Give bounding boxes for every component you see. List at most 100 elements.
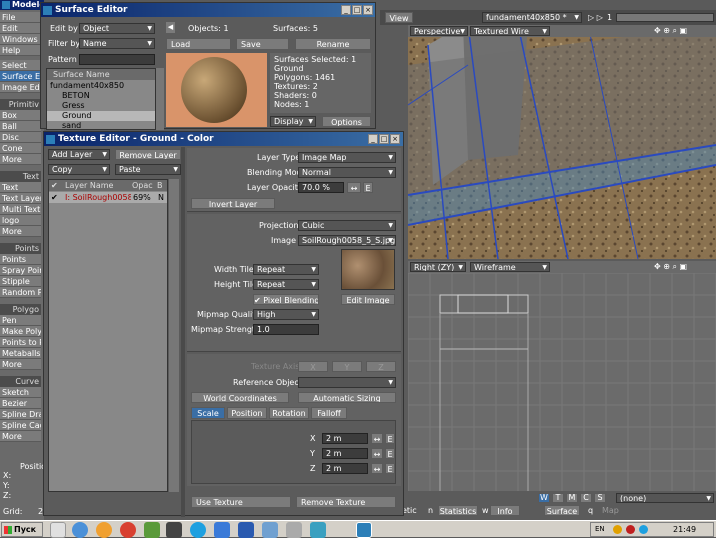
info-button[interactable]: Info	[490, 505, 520, 516]
quicklaunch-icon-11[interactable]	[286, 522, 302, 538]
toolbar-item[interactable]: Text	[0, 182, 41, 193]
statistics-button[interactable]: Statistics	[438, 505, 478, 516]
remove-layer-button[interactable]: Remove Layer	[115, 149, 181, 160]
copy-select[interactable]: Copy	[48, 164, 110, 175]
word-icon[interactable]	[238, 522, 254, 538]
tray-icon-1[interactable]	[613, 525, 622, 534]
axis-y-button[interactable]: Y	[332, 361, 362, 372]
use-texture-button[interactable]: Use Texture	[191, 496, 291, 508]
tray-icon-3[interactable]	[639, 525, 648, 534]
toolbar-item[interactable]: More	[0, 359, 41, 370]
toolbar-item[interactable]: Spray Poin	[0, 265, 41, 276]
quicklaunch-icon-12[interactable]	[310, 522, 326, 538]
toolbar-item[interactable]: Make Poly	[0, 326, 41, 337]
render-mode-select[interactable]: Textured Wire	[470, 26, 550, 36]
toolbar-item[interactable]: Image Edit	[0, 82, 41, 93]
axis-z-button[interactable]: Z	[366, 361, 396, 372]
toolbar-item[interactable]: Sketch	[0, 387, 41, 398]
toolbar-item[interactable]: Disc	[0, 132, 41, 143]
toolbar-item[interactable]: Pen	[0, 315, 41, 326]
scale-envelope-button[interactable]: E	[385, 448, 395, 459]
surface-item[interactable]: BETON	[47, 91, 155, 101]
surface-list-scrollbar[interactable]	[156, 68, 164, 130]
automatic-sizing-button[interactable]: Automatic Sizing	[298, 392, 396, 403]
opacity-envelope-button[interactable]: E	[363, 182, 373, 193]
toolbar-item[interactable]: Box	[0, 110, 41, 121]
scale-envelope-button[interactable]: E	[385, 463, 395, 474]
quicklaunch-icon-3[interactable]	[96, 522, 112, 538]
toolbar-item[interactable]: Surface Ed	[0, 71, 41, 82]
mipmap-strength-input[interactable]: 1.0	[253, 324, 319, 335]
toolbar-item[interactable]: Text Layer	[0, 193, 41, 204]
placement-tab[interactable]: Position	[227, 407, 267, 419]
collapse-arrow-icon[interactable]: ◀	[166, 22, 175, 33]
quicklaunch-icon-8[interactable]	[214, 522, 230, 538]
scale-drag-arrows-icon[interactable]: ↔	[371, 448, 383, 459]
axis-x-button[interactable]: X	[298, 361, 328, 372]
toolbar-item[interactable]: Spline Dra	[0, 409, 41, 420]
reference-object-select[interactable]	[298, 377, 396, 388]
placement-tab[interactable]: Falloff	[311, 407, 347, 419]
edit-by-select[interactable]: Object	[79, 23, 155, 34]
quicklaunch-icon-5[interactable]	[144, 522, 160, 538]
scale-drag-arrows-icon[interactable]: ↔	[371, 463, 383, 474]
minimize-icon[interactable]: _	[368, 134, 378, 144]
object-tree-node[interactable]: fundament40x850	[47, 81, 155, 91]
surface-item[interactable]: Ground	[47, 111, 155, 121]
menu-item[interactable]: Edit	[0, 23, 41, 34]
layer-scrollbar[interactable]	[169, 179, 179, 492]
object-select[interactable]: fundament40x850 *	[482, 12, 582, 23]
toolbar-item[interactable]: More	[0, 431, 41, 442]
toolbar-item[interactable]: Points	[0, 254, 41, 265]
close-icon[interactable]: ×	[390, 134, 400, 144]
toolbar-item[interactable]: Cone	[0, 143, 41, 154]
toolbar-item[interactable]: More	[0, 226, 41, 237]
opacity-envelope-arrows-icon[interactable]: ↔	[347, 182, 361, 193]
scale-input[interactable]: 2 m	[322, 448, 368, 459]
invert-layer-button[interactable]: Invert Layer	[191, 198, 275, 209]
layer-row[interactable]: ✔ I: SoilRough0058... 69% N	[49, 192, 167, 203]
skype-icon[interactable]	[190, 522, 206, 538]
perspective-viewport[interactable]: Perspective Textured Wire ✥ ⊕ ⌕ ▣	[408, 25, 716, 259]
quicklaunch-icon-6[interactable]	[166, 522, 182, 538]
blending-mode-select[interactable]: Normal	[298, 167, 396, 178]
bottom-mode-select[interactable]: Wireframe	[470, 262, 550, 272]
remove-texture-button[interactable]: Remove Texture	[296, 496, 396, 508]
layer-opacity-input[interactable]: 70.0 %	[298, 182, 344, 193]
tray-icon-2[interactable]	[626, 525, 635, 534]
maximize-icon[interactable]: □	[352, 5, 362, 15]
view-type-select[interactable]: Perspective	[410, 26, 468, 36]
selection-mode-button[interactable]: S	[594, 493, 606, 503]
pixel-blending-toggle[interactable]: ✔ Pixel Blending	[253, 294, 319, 305]
scale-input[interactable]: 2 m	[322, 433, 368, 444]
toolbar-item[interactable]: logo	[0, 215, 41, 226]
selection-mode-button[interactable]: M	[566, 493, 578, 503]
load-button[interactable]: Load	[166, 38, 231, 50]
toolbar-item[interactable]: Ball	[0, 121, 41, 132]
layer-enabled-check-icon[interactable]: ✔	[51, 192, 58, 203]
pattern-input[interactable]	[79, 54, 155, 65]
tray-language[interactable]: EN	[595, 525, 605, 533]
layer-type-select[interactable]: Image Map	[298, 152, 396, 163]
selection-mode-button[interactable]: C	[580, 493, 592, 503]
surface-item[interactable]: sand	[47, 121, 155, 129]
toolbar-item[interactable]: Select	[0, 60, 41, 71]
quicklaunch-icon-4[interactable]	[120, 522, 136, 538]
surface-button[interactable]: Surface	[544, 505, 580, 516]
right-viewport[interactable]: Right (ZY) Wireframe ✥ ⊕ ⌕ ▣	[408, 261, 716, 491]
close-icon[interactable]: ×	[363, 5, 373, 15]
selection-mode-button[interactable]: W	[538, 493, 550, 503]
bottom-nav-icons[interactable]: ✥ ⊕ ⌕ ▣	[654, 261, 687, 272]
selection-mode-button[interactable]: T	[552, 493, 564, 503]
paste-select[interactable]: Paste	[115, 164, 181, 175]
projection-select[interactable]: Cubic	[298, 220, 396, 231]
width-tile-select[interactable]: Repeat	[253, 264, 319, 275]
display-select[interactable]: Display	[270, 116, 316, 127]
placement-tab[interactable]: Scale	[191, 407, 225, 419]
toolbar-item[interactable]: Stipple	[0, 276, 41, 287]
quicklaunch-icon-2[interactable]	[72, 522, 88, 538]
toolbar-item[interactable]: Multi Text	[0, 204, 41, 215]
minimize-icon[interactable]: _	[341, 5, 351, 15]
scale-drag-arrows-icon[interactable]: ↔	[371, 433, 383, 444]
filter-by-select[interactable]: Name	[79, 38, 155, 49]
